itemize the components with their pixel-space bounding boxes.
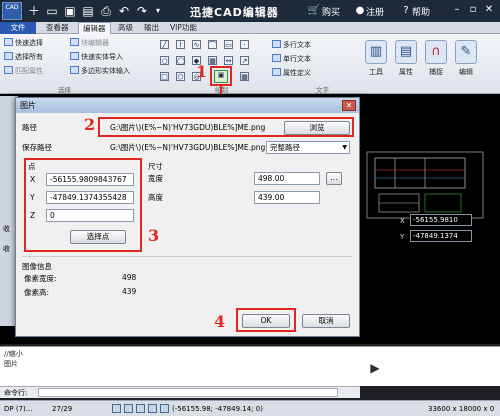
cmd-label: 命令行:	[4, 389, 28, 397]
grid-toggle-icon[interactable]	[124, 404, 133, 413]
save-path-value: G:\图片\)(E%~N)'HV73GDU)BLE%]ME.png	[110, 143, 266, 152]
image-dialog: 图片 ✕ 路径 2 G:\图片\)(E%~N)'HV73GDU)BLE%]ME.…	[15, 97, 360, 337]
status-bar: DP (7)... 27/29 (-56155.98; -47849.14; 0…	[0, 400, 500, 416]
ortho-toggle-icon[interactable]	[136, 404, 145, 413]
annotation-3: 3	[148, 226, 160, 245]
polar-toggle-icon[interactable]	[148, 404, 157, 413]
watermark-logo-icon: ▶	[362, 355, 388, 381]
save-path-option: 完整路径	[270, 143, 300, 152]
command-input[interactable]	[38, 388, 338, 397]
cancel-button[interactable]: 取消	[302, 314, 350, 328]
annotation-4: 4	[214, 312, 226, 331]
px-height-label: 像素高:	[24, 288, 50, 297]
status-size: 33600 x 18000 x 0	[428, 405, 495, 413]
dialog-title: 图片	[16, 98, 359, 113]
annotation-2: 2	[84, 115, 96, 134]
size-ellipsis-button[interactable]: ...	[326, 172, 342, 185]
cmd-line-2: 图片	[4, 360, 18, 368]
z-label: Z	[30, 211, 36, 220]
command-row: 命令行:	[0, 386, 360, 398]
width-label: 宽度	[148, 174, 163, 183]
status-page: 27/29	[52, 405, 73, 413]
point-label: 点	[28, 162, 36, 171]
separator	[22, 256, 352, 257]
pick-point-button[interactable]: 选择点	[70, 230, 126, 244]
y-label: Y	[30, 193, 35, 202]
x-input[interactable]: -56155.9809843767	[46, 173, 134, 186]
cad-drawing	[366, 151, 484, 219]
px-width-value: 498	[122, 273, 137, 282]
chevron-down-icon: ▼	[342, 144, 347, 151]
coord-x-readout: -56155.9810	[410, 214, 472, 226]
snap-toggle-icon[interactable]	[112, 404, 121, 413]
dialog-close-icon[interactable]: ✕	[342, 100, 356, 111]
watermark-title: 溜溜自学	[396, 360, 469, 379]
image-info-label: 图像信息	[22, 262, 52, 271]
left-tab-b[interactable]: 收	[3, 244, 10, 254]
status-mode: DP (7)...	[4, 405, 33, 413]
px-height-value: 439	[122, 287, 137, 296]
height-label: 高度	[148, 193, 163, 202]
highlight-path	[98, 117, 354, 137]
size-label: 尺寸	[148, 162, 163, 171]
status-coords: (-56155.98; -47849.14; 0)	[172, 405, 263, 413]
coord-x-label: X	[400, 217, 405, 225]
coord-y-readout: -47849.1374	[410, 230, 472, 242]
px-width-label: 像素宽度:	[24, 274, 57, 283]
width-input[interactable]: 498.00	[254, 172, 320, 185]
height-input[interactable]: 439.00	[254, 191, 320, 204]
save-path-label: 保存路径	[22, 143, 52, 152]
y-input[interactable]: -47849.1374355428	[46, 191, 134, 204]
left-tab-a[interactable]: 收	[3, 224, 10, 234]
coord-y-label: Y	[400, 233, 405, 241]
path-label: 路径	[22, 123, 37, 132]
watermark-url: ZIXUE.3D66.COM	[397, 378, 458, 386]
x-label: X	[30, 175, 36, 184]
save-path-select[interactable]: 完整路径 ▼	[266, 141, 350, 154]
cmd-line-1: //缩小	[4, 350, 23, 358]
ok-button[interactable]: OK	[242, 314, 290, 328]
lineweight-toggle-icon[interactable]	[160, 404, 169, 413]
z-input[interactable]: 0	[46, 209, 134, 222]
